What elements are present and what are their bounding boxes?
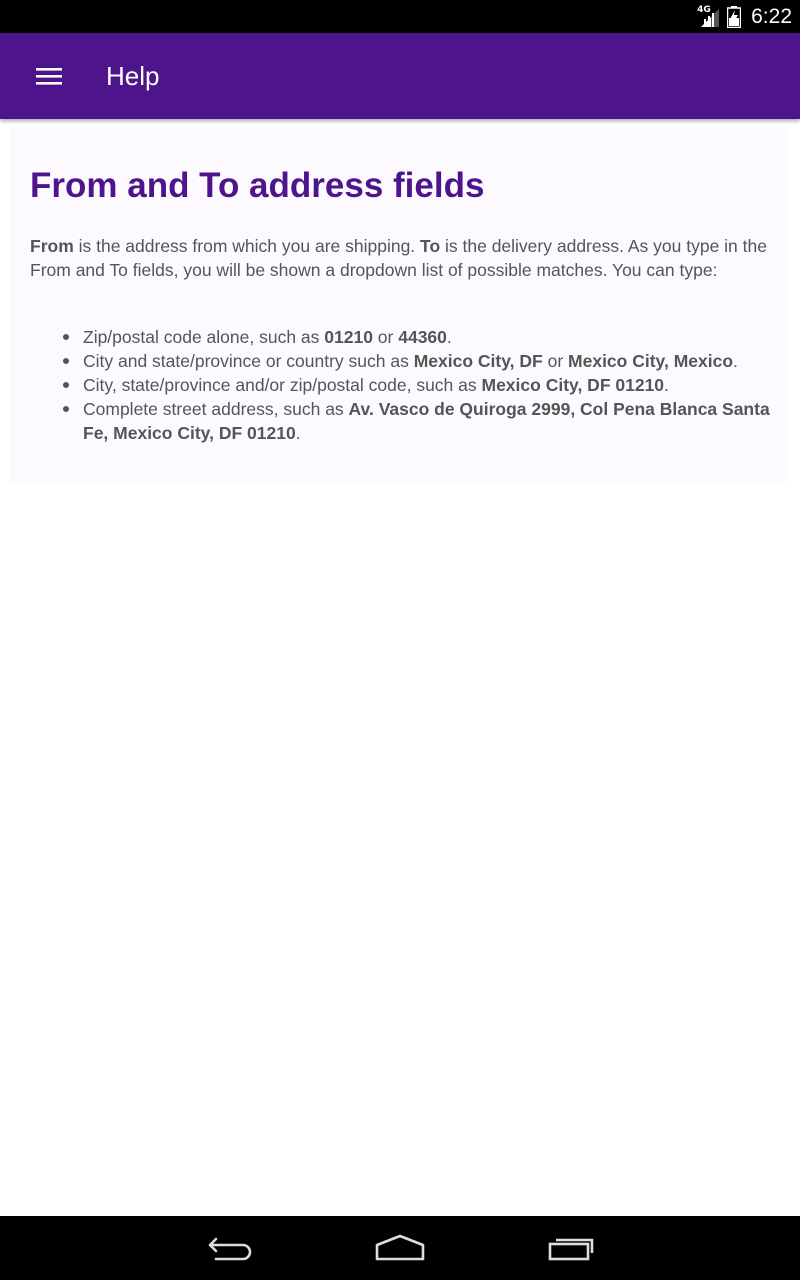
home-icon [375,1234,425,1261]
list-item-example: Mexico City, Mexico [568,351,734,371]
list-item-example: 44360 [398,327,447,347]
help-content-card: From and To address fields From is the a… [10,126,788,482]
page-title: Help [106,61,160,91]
list-item: City, state/province and/or zip/postal c… [30,373,788,397]
list-item-example: Mexico City, DF 01210 [481,375,665,395]
list-item-text: . [295,423,301,443]
app-bar: Help [0,33,800,119]
list-item-text: . [446,327,452,347]
back-button[interactable] [200,1228,260,1268]
list-item-text: City, state/province and/or zip/postal c… [83,375,482,395]
status-time: 6:22 [751,4,792,28]
status-icons: 4G 6:22 [697,0,792,33]
recent-apps-icon [548,1238,594,1261]
menu-button[interactable] [26,55,72,97]
menu-icon [36,68,62,85]
list-item-example: 01210 [324,327,373,347]
navigation-bar [0,1216,800,1280]
list-item-text: or [542,351,569,371]
list-item-example: Mexico City, DF [413,351,543,371]
to-label: To [420,236,441,256]
list-item-text: . [664,375,669,395]
status-bar: 4G 6:22 [0,0,800,33]
list-item-text: City and state/province or country such … [83,351,414,371]
section-heading: From and To address fields [30,166,485,205]
list-item-text: or [372,327,399,347]
back-icon [208,1237,252,1261]
list-item: Complete street address, such as Av. Vas… [30,397,788,445]
recent-apps-button[interactable] [541,1228,601,1268]
signal-icon: 4G [697,5,721,29]
home-button[interactable] [370,1228,430,1268]
list-item-text: . [733,351,738,371]
from-description: is the address from which you are shippi… [73,236,421,256]
example-list: Zip/postal code alone, such as 01210 or … [30,325,788,445]
list-item-text: Zip/postal code alone, such as [83,327,325,347]
intro-paragraph: From is the address from which you are s… [30,234,780,282]
network-type-label: 4G [697,4,711,15]
from-label: From [30,236,74,256]
battery-icon [727,5,742,28]
list-item: Zip/postal code alone, such as 01210 or … [30,325,788,349]
list-item: City and state/province or country such … [30,349,788,373]
list-item-text: Complete street address, such as [83,399,349,419]
